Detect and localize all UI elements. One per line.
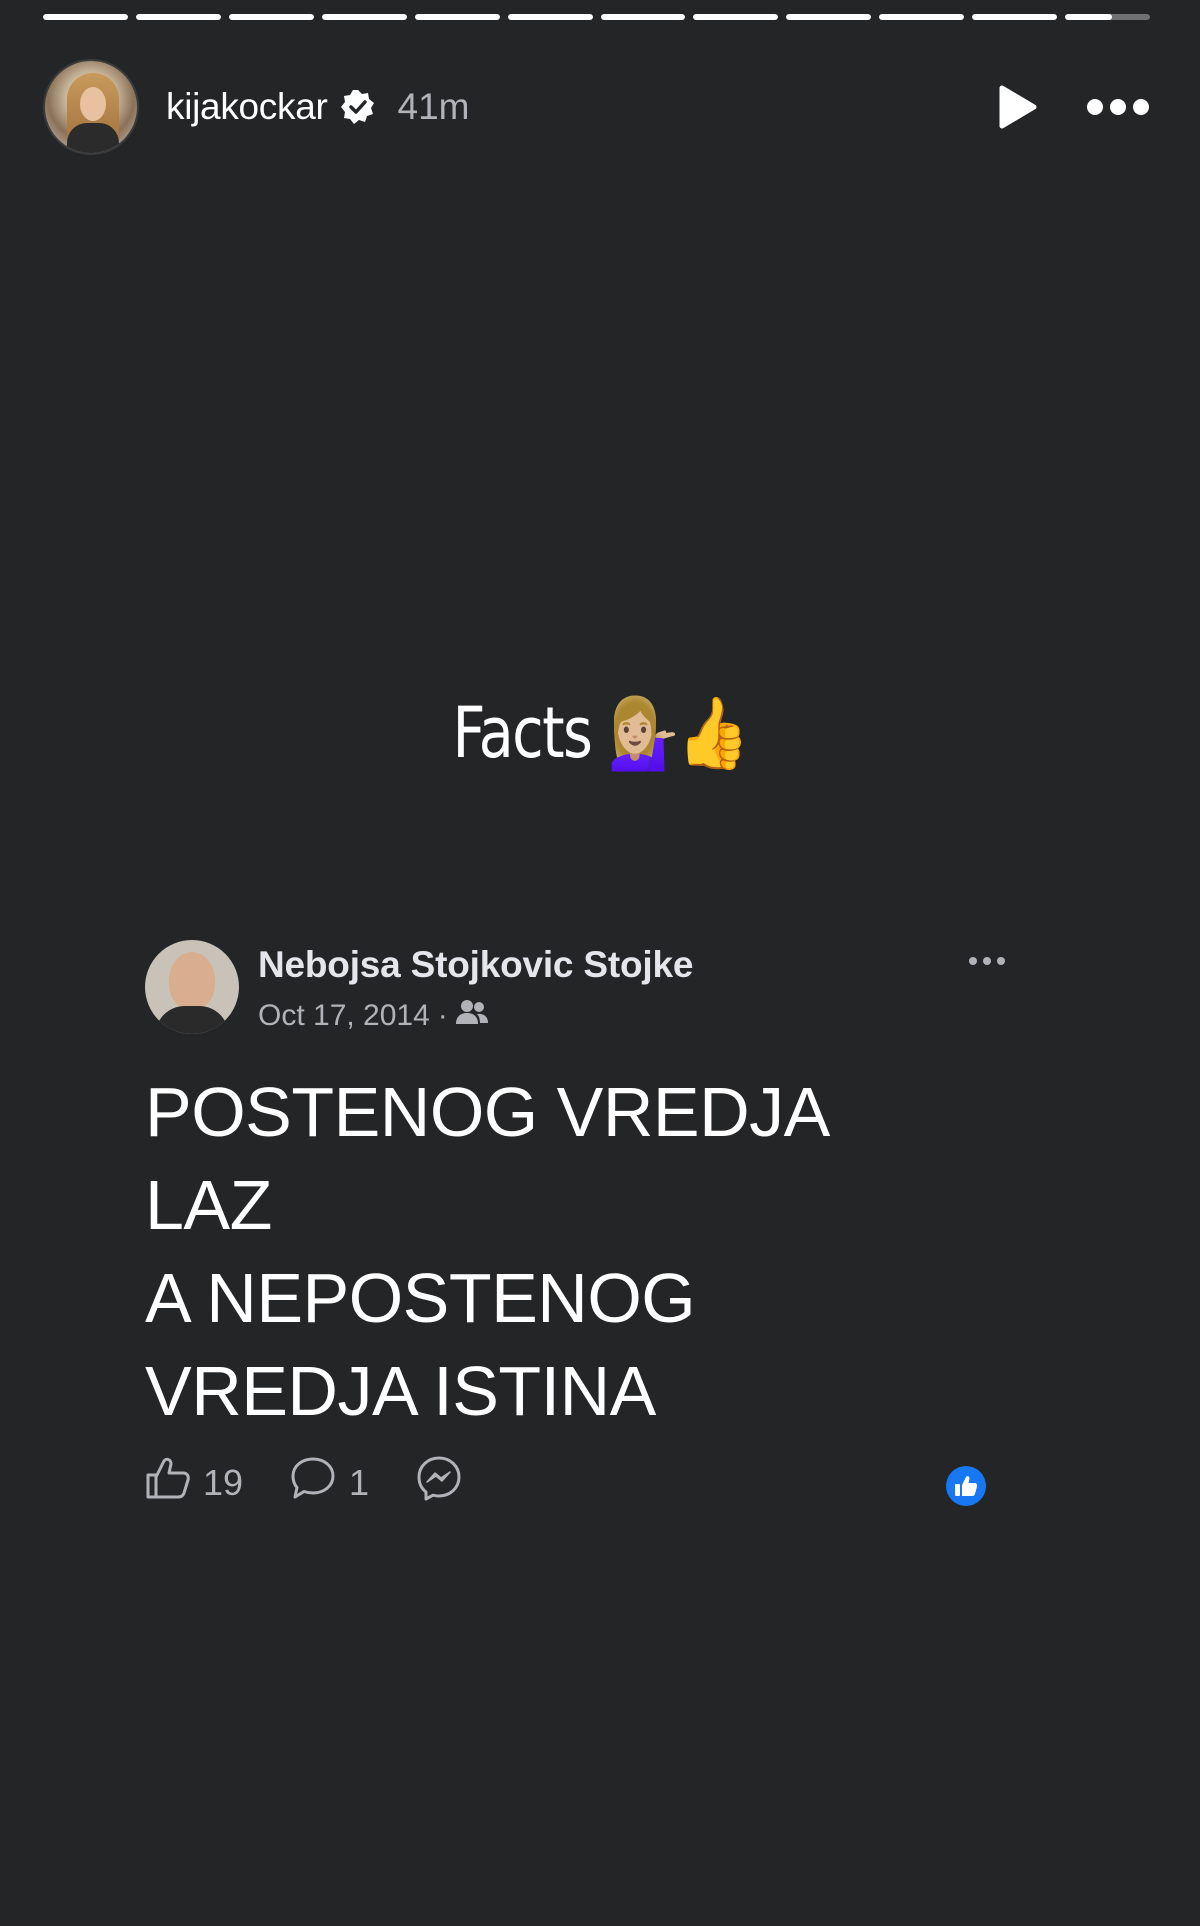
progress-segment-fill <box>321 14 407 20</box>
post-more-icon[interactable] <box>968 954 1006 972</box>
progress-segment <box>135 14 221 20</box>
avatar-face <box>80 87 106 121</box>
avatar-body <box>67 123 119 153</box>
meta-separator: · <box>437 999 448 1032</box>
progress-segment <box>600 14 686 20</box>
progress-segment <box>879 14 965 20</box>
like-reaction-icon <box>946 1466 986 1506</box>
shared-post-card[interactable]: Nebojsa Stojkovic Stojke Oct 17, 2014 · … <box>128 918 1056 1518</box>
post-avatar-face <box>169 952 215 1010</box>
like-button[interactable]: 19 <box>145 1455 243 1510</box>
story-progress-bar <box>43 14 1151 20</box>
progress-segment <box>414 14 500 20</box>
post-meta: Oct 17, 2014 · <box>258 998 488 1034</box>
progress-segment-fill <box>135 14 221 20</box>
messenger-icon <box>415 1454 463 1511</box>
progress-segment-fill <box>1065 14 1112 20</box>
story-header: kijakockar 41m <box>43 58 1150 156</box>
username[interactable]: kijakockar <box>166 86 328 128</box>
progress-segment-fill <box>507 14 593 20</box>
header-actions <box>996 84 1150 130</box>
thumbs-up-outline-icon <box>145 1455 191 1510</box>
comment-icon <box>289 1455 337 1510</box>
like-count: 19 <box>203 1461 244 1503</box>
progress-segment <box>972 14 1058 20</box>
friends-icon <box>455 998 488 1034</box>
post-text-line: POSTENOG VREDJA <box>145 1073 830 1151</box>
progress-segment-fill <box>43 14 128 20</box>
avatar[interactable] <box>43 59 139 155</box>
post-text-line: A NEPOSTENOG <box>145 1259 696 1337</box>
post-text-line: LAZ <box>145 1166 272 1244</box>
progress-segment <box>43 14 128 20</box>
progress-segment <box>228 14 314 20</box>
progress-segment-fill <box>228 14 314 20</box>
comment-count: 1 <box>349 1461 370 1503</box>
progress-segment-fill <box>414 14 500 20</box>
post-avatar-body <box>155 1006 229 1034</box>
story-caption: Facts 💁🏼‍♀️👍 <box>452 692 750 774</box>
post-text-line: VREDJA ISTINA <box>145 1352 656 1430</box>
post-author-avatar[interactable] <box>145 940 239 1034</box>
progress-segment-fill <box>600 14 686 20</box>
story-time: 41m <box>397 86 470 127</box>
progress-segment <box>507 14 593 20</box>
progress-segment <box>786 14 872 20</box>
play-icon[interactable] <box>996 84 1038 130</box>
more-horizontal-icon[interactable] <box>1086 97 1150 117</box>
post-actions: 19 1 <box>145 1454 463 1511</box>
share-messenger-button[interactable] <box>415 1454 463 1511</box>
progress-segment-fill <box>972 14 1058 20</box>
post-text: POSTENOG VREDJA LAZ A NEPOSTENOG VREDJA … <box>145 1066 1025 1438</box>
post-author-name[interactable]: Nebojsa Stojkovic Stojke <box>258 944 693 986</box>
progress-segment-fill <box>786 14 872 20</box>
verified-badge-icon <box>340 89 376 125</box>
progress-segment-fill <box>693 14 779 20</box>
progress-segment <box>321 14 407 20</box>
progress-segment <box>1065 14 1151 20</box>
progress-segment <box>693 14 779 20</box>
comment-button[interactable]: 1 <box>289 1455 369 1510</box>
post-date: Oct 17, 2014 <box>258 999 430 1032</box>
progress-segment-fill <box>879 14 965 20</box>
